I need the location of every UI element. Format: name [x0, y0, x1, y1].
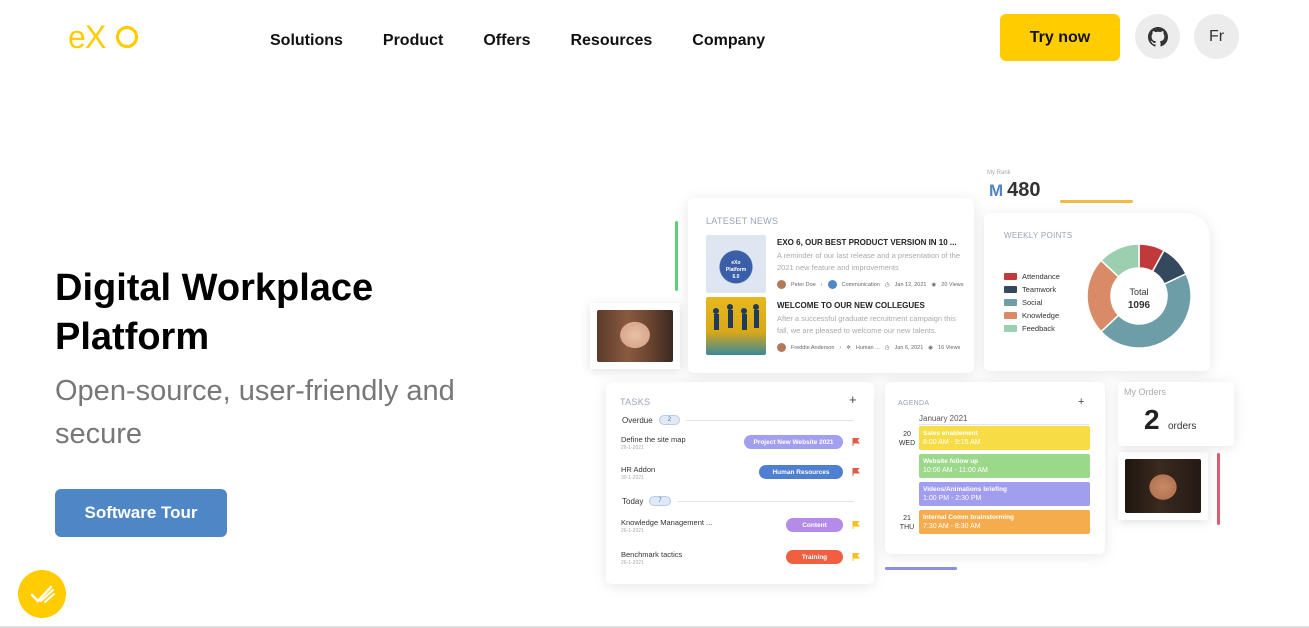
- task-item[interactable]: Define the site map 26-1-2021: [621, 435, 686, 451]
- task-tag[interactable]: Content: [786, 518, 843, 532]
- nav-offers[interactable]: Offers: [483, 32, 530, 50]
- legend-attendance: Attendance: [1004, 272, 1060, 281]
- points-total: Total 1096: [1127, 287, 1151, 311]
- flag-icon: [852, 553, 860, 561]
- agenda-card: AGENDA + January 2021 20 WED Sales enable…: [885, 382, 1105, 554]
- add-event-icon[interactable]: +: [1078, 396, 1084, 408]
- eye-icon: ◉: [928, 344, 934, 351]
- people-illustration: [713, 304, 759, 330]
- agenda-event[interactable]: Internal Comm brainstorming 7:30 AM - 8:3…: [919, 510, 1090, 534]
- agenda-label: AGENDA: [898, 400, 930, 407]
- news-meta-1: Peter Doe › Communication ◷ Jan 12, 2021 …: [777, 280, 963, 289]
- points-label: WEEKLY POINTS: [1004, 231, 1073, 240]
- group-today[interactable]: Today 7: [622, 496, 854, 506]
- flag-icon: [852, 468, 860, 476]
- legend-feedback: Feedback: [1004, 324, 1055, 333]
- group-overdue[interactable]: Overdue 2: [622, 415, 854, 425]
- task-item[interactable]: Knowledge Management ... 26-1-2021: [621, 518, 712, 534]
- green-accent-bar: [675, 221, 678, 291]
- add-task-icon[interactable]: +: [849, 392, 857, 407]
- task-tag[interactable]: Human Resources: [759, 465, 843, 479]
- task-item[interactable]: HR Addon 30-1-2021: [621, 465, 655, 481]
- weekly-points-card: WEEKLY POINTS Attendance Teamwork Social…: [984, 213, 1210, 371]
- agenda-day: 20 WED: [898, 431, 916, 447]
- orders-unit: orders: [1168, 421, 1197, 432]
- avatar-woman: [590, 303, 680, 369]
- rank-value: M 480: [989, 179, 1041, 201]
- agenda-event[interactable]: Sales enablement 8:00 AM - 9:15 AM: [919, 426, 1090, 450]
- agenda-day: 21 THU: [899, 515, 915, 531]
- agenda-event[interactable]: Website follow up 10:00 AM - 11:00 AM: [919, 454, 1090, 478]
- flag-icon: [852, 438, 860, 446]
- hero-title: Digital Workplace Platform: [55, 267, 374, 358]
- svg-text:X: X: [85, 19, 106, 54]
- tasks-card: TASKS + Overdue 2 Define the site map 26-1…: [606, 382, 874, 584]
- language-switch[interactable]: Fr: [1194, 14, 1239, 59]
- hero-subtitle: Open-source, user-friendly and secure: [55, 375, 455, 450]
- nav-company[interactable]: Company: [692, 32, 765, 50]
- github-button[interactable]: [1135, 14, 1180, 59]
- news-label: LATESET NEWS: [706, 216, 779, 226]
- legend-social: Social: [1004, 298, 1042, 307]
- clock-icon: ◷: [884, 344, 890, 351]
- page: e X Solutions Product Offers Resources C…: [0, 0, 1309, 628]
- news-image-1[interactable]: eXo Platform 6.0: [706, 235, 766, 293]
- github-icon: [1147, 26, 1168, 47]
- try-now-button[interactable]: Try now: [1000, 14, 1120, 61]
- news-desc-1: A reminder of our last release and a pre…: [777, 251, 961, 272]
- tasks-label: TASKS: [620, 397, 651, 407]
- my-rank-widget: My Rank M 480: [985, 167, 1055, 207]
- portrait-image-2: [1125, 459, 1201, 513]
- space-avatar: [827, 280, 837, 289]
- task-tag[interactable]: Project New Website 2021: [744, 435, 843, 449]
- flag-icon: [852, 521, 860, 529]
- exo-logo[interactable]: e X: [68, 18, 144, 54]
- news-meta-2: Freddie Anderson › ✲ Human ... ◷ Jan 6, 2…: [777, 343, 960, 352]
- agenda-event[interactable]: Videos/Animations briefing 1:00 PM - 2:30…: [919, 482, 1090, 506]
- legend-teamwork: Teamwork: [1004, 285, 1056, 294]
- agenda-month: January 2021: [919, 414, 1089, 425]
- snowflake-icon: ✲: [846, 344, 851, 351]
- red-accent-bar: [1217, 453, 1220, 525]
- task-item[interactable]: Benchmark tactics 26-1-2021: [621, 550, 682, 566]
- purple-accent-bar: [885, 567, 957, 570]
- check-lines-icon: [30, 585, 55, 603]
- my-orders-card: My Orders 2 orders: [1118, 382, 1234, 446]
- clock-icon: ◷: [884, 281, 890, 288]
- news-image-2[interactable]: [706, 297, 766, 355]
- nav-resources[interactable]: Resources: [570, 32, 652, 50]
- author-avatar: [777, 280, 786, 289]
- news-title-1[interactable]: EXO 6, OUR BEST PRODUCT VERSION IN 10 ..…: [777, 238, 957, 247]
- news-title-2[interactable]: WELCOME TO OUR NEW COLLEGUES: [777, 301, 925, 310]
- main-nav: Solutions Product Offers Resources Compa…: [270, 32, 805, 50]
- latest-news-card: LATESET NEWS eXo Platform 6.0 EXO 6, OUR…: [688, 198, 974, 373]
- news-desc-2: After a successful graduate recruitment …: [777, 314, 956, 335]
- yellow-accent-bar: [1060, 200, 1133, 203]
- author-avatar: [777, 343, 786, 352]
- avatar-girl: [1118, 452, 1208, 520]
- rank-label: My Rank: [987, 170, 1011, 176]
- nav-product[interactable]: Product: [383, 32, 443, 50]
- svg-text:e: e: [68, 19, 85, 54]
- legend-knowledge: Knowledge: [1004, 311, 1059, 320]
- chat-badge[interactable]: [18, 570, 66, 618]
- orders-label: My Orders: [1124, 387, 1167, 397]
- nav-solutions[interactable]: Solutions: [270, 32, 343, 50]
- task-tag[interactable]: Training: [786, 550, 843, 564]
- eye-icon: ◉: [931, 281, 937, 288]
- software-tour-button[interactable]: Software Tour: [55, 489, 227, 537]
- portrait-image: [597, 310, 673, 362]
- orders-value: 2: [1144, 404, 1160, 435]
